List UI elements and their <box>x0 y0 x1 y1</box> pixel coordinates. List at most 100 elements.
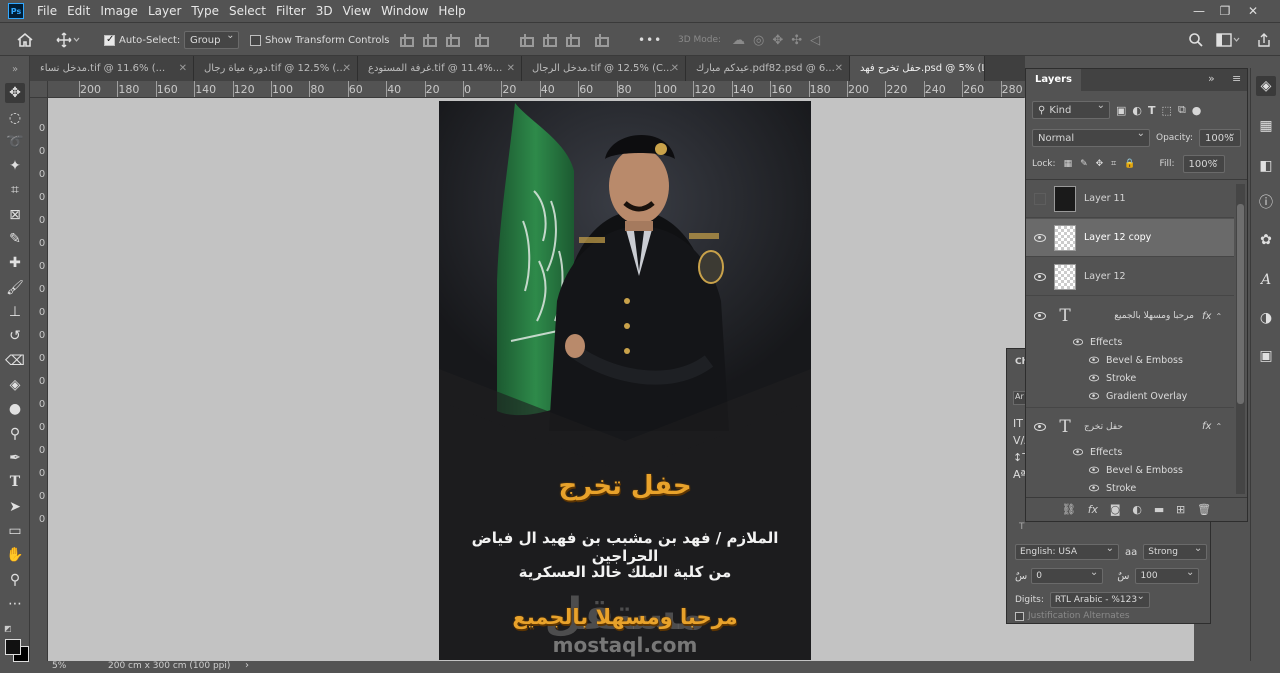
tab-document-2[interactable]: دورة مياة رجال.tif @ 12.5% (... ✕ <box>194 56 358 81</box>
layer-name[interactable]: Layer 11 <box>1084 193 1126 204</box>
menu-help[interactable]: Help <box>433 0 470 22</box>
menu-file[interactable]: File <box>32 0 62 22</box>
collapse-effects-icon[interactable]: ⌃ <box>1215 312 1222 321</box>
auto-select-check[interactable] <box>104 34 115 46</box>
close-tab-icon[interactable]: ✕ <box>507 56 515 81</box>
libraries-panel-icon[interactable]: ✿ <box>1256 230 1276 250</box>
lock-artboard-icon[interactable]: ⌗ <box>1111 159 1116 169</box>
antialias-dropdown[interactable]: Strong <box>1143 543 1208 560</box>
collapse-tools-icon[interactable]: » <box>5 59 25 79</box>
filter-toggle-icon[interactable]: ● <box>1192 104 1202 117</box>
collapse-panel-icon[interactable]: » <box>1208 72 1215 85</box>
clone-stamp-tool-icon[interactable]: ⊥ <box>5 302 25 322</box>
crop-tool-icon[interactable]: ⌗ <box>5 180 25 200</box>
layers-tab[interactable]: Layers <box>1026 69 1081 91</box>
align-bottom-icon[interactable] <box>564 33 580 47</box>
align-right-icon[interactable] <box>444 33 460 47</box>
visibility-eye-icon[interactable] <box>1034 233 1046 242</box>
info-panel-icon[interactable]: ⓘ <box>1256 192 1276 212</box>
layer-name[interactable]: مرحبا ومسهلا بالجميع <box>1084 311 1194 321</box>
menu-select[interactable]: Select <box>224 0 271 22</box>
layer-effects-fx[interactable]: fx <box>1202 421 1211 432</box>
language-dropdown[interactable]: English: USA <box>1015 543 1119 560</box>
default-colors-icon[interactable]: ◩ <box>4 624 16 636</box>
workspace-switcher-icon[interactable] <box>1216 23 1242 57</box>
close-icon[interactable]: ✕ <box>1240 0 1266 22</box>
dodge-tool-icon[interactable]: ⚲ <box>5 424 25 444</box>
close-tab-icon[interactable]: ✕ <box>179 56 187 81</box>
zoom-tool-icon[interactable]: ⚲ <box>5 570 25 590</box>
ruler-origin[interactable] <box>30 81 48 98</box>
link-layers-icon[interactable]: ⛓ <box>1062 503 1076 516</box>
align-left-icon[interactable] <box>398 33 414 47</box>
eyedropper-tool-icon[interactable]: ✎ <box>5 229 25 249</box>
align-top-icon[interactable] <box>518 33 534 47</box>
menu-3d[interactable]: 3D <box>311 0 338 22</box>
brush-tool-icon[interactable]: 🖌 <box>5 278 25 298</box>
effect-visibility-icon[interactable] <box>1088 392 1100 400</box>
effect-visibility-icon[interactable] <box>1088 484 1100 492</box>
history-brush-tool-icon[interactable]: ↺ <box>5 326 25 346</box>
menu-filter[interactable]: Filter <box>271 0 311 22</box>
faux-bold-icon[interactable]: T <box>1019 522 1025 532</box>
effect-item[interactable]: Gradient Overlay <box>1026 387 1234 405</box>
frame-tool-icon[interactable]: ⊠ <box>5 205 25 225</box>
tab-document-3[interactable]: غرفة المستودع.tif @ 11.4%... ✕ <box>358 56 522 81</box>
lock-image-icon[interactable]: ✎ <box>1080 159 1088 169</box>
filter-pixel-icon[interactable]: ▣ <box>1116 104 1126 117</box>
adjustments-panel-icon[interactable]: ◑ <box>1256 308 1276 328</box>
visibility-eye-icon[interactable] <box>1034 272 1046 281</box>
effects-header[interactable]: Effects <box>1026 443 1234 461</box>
visibility-off-toggle[interactable] <box>1034 192 1046 205</box>
move-tool-icon[interactable] <box>56 23 80 57</box>
delete-layer-icon[interactable]: 🗑 <box>1197 503 1211 516</box>
effects-visibility-icon[interactable] <box>1072 448 1084 456</box>
properties-panel-icon[interactable]: ▣ <box>1256 346 1276 366</box>
scale-field[interactable]: 100 <box>1135 567 1200 584</box>
pan-3d-icon[interactable]: ✥ <box>772 33 783 48</box>
effect-item[interactable]: Stroke <box>1026 369 1234 387</box>
close-tab-icon[interactable]: ✕ <box>671 56 679 81</box>
filter-adjustment-icon[interactable]: ◐ <box>1132 104 1142 117</box>
distribute-vertical-icon[interactable] <box>593 33 609 47</box>
fill-field[interactable]: 100% <box>1182 154 1225 173</box>
tab-document-4[interactable]: مدخل الرجال.tif @ 12.5% (C... ✕ <box>522 56 686 81</box>
camera-3d-icon[interactable]: ◁ <box>810 33 820 48</box>
menu-edit[interactable]: Edit <box>62 0 95 22</box>
healing-brush-tool-icon[interactable]: ✚ <box>5 253 25 273</box>
layers-panel-icon[interactable]: ◈ <box>1256 76 1276 96</box>
search-icon[interactable] <box>1188 23 1204 57</box>
new-group-icon[interactable]: ▬ <box>1154 503 1164 516</box>
lock-all-icon[interactable]: 🔒 <box>1124 159 1135 169</box>
menu-image[interactable]: Image <box>95 0 143 22</box>
close-tab-icon[interactable]: ✕ <box>835 56 843 81</box>
effect-visibility-icon[interactable] <box>1088 466 1100 474</box>
marquee-tool-icon[interactable]: ◌ <box>5 108 25 128</box>
filter-smart-object-icon[interactable]: ⧉ <box>1178 103 1186 117</box>
effect-item[interactable]: Bevel & Emboss <box>1026 461 1234 479</box>
pen-tool-icon[interactable]: ✒ <box>5 448 25 468</box>
layer-name[interactable]: Layer 12 <box>1084 271 1126 282</box>
document-canvas[interactable]: حفل تخرج الملازم / فهد بن مشبب بن فهيد ا… <box>439 101 811 660</box>
tab-document-active[interactable]: حفل تخرج فهد.psd @ 5% (Layer 12 copy, RG… <box>850 56 985 81</box>
new-adjustment-layer-icon[interactable]: ◐ <box>1132 503 1142 516</box>
layer-row-selected[interactable]: Layer 12 copy <box>1026 219 1234 257</box>
effect-visibility-icon[interactable] <box>1088 356 1100 364</box>
layers-scrollbar-thumb[interactable] <box>1237 204 1244 404</box>
auto-select-target-dropdown[interactable]: Group <box>184 30 240 49</box>
layers-scrollbar[interactable] <box>1236 184 1245 494</box>
tracking-field[interactable]: 0 <box>1031 567 1104 584</box>
vertical-ruler[interactable]: 0 0 0 0 0 0 0 0 0 0 0 0 0 0 0 0 0 0 <box>30 98 48 661</box>
effect-item[interactable]: Bevel & Emboss <box>1026 351 1234 369</box>
visibility-eye-icon[interactable] <box>1034 312 1046 320</box>
status-arrow-icon[interactable]: › <box>245 660 249 671</box>
type-tool-icon[interactable]: T <box>5 472 25 492</box>
lasso-tool-icon[interactable]: ➰ <box>5 132 25 152</box>
close-tab-icon[interactable]: ✕ <box>343 56 351 81</box>
layer-effects-fx[interactable]: fx <box>1202 311 1211 322</box>
more-options-button[interactable]: ••• <box>638 23 662 57</box>
eraser-tool-icon[interactable]: ⌫ <box>5 351 25 371</box>
auto-select-checkbox[interactable]: Auto-Select: <box>104 23 180 57</box>
filter-kind-dropdown[interactable]: ⚲ Kind <box>1032 100 1110 119</box>
align-middle-icon[interactable] <box>541 33 557 47</box>
